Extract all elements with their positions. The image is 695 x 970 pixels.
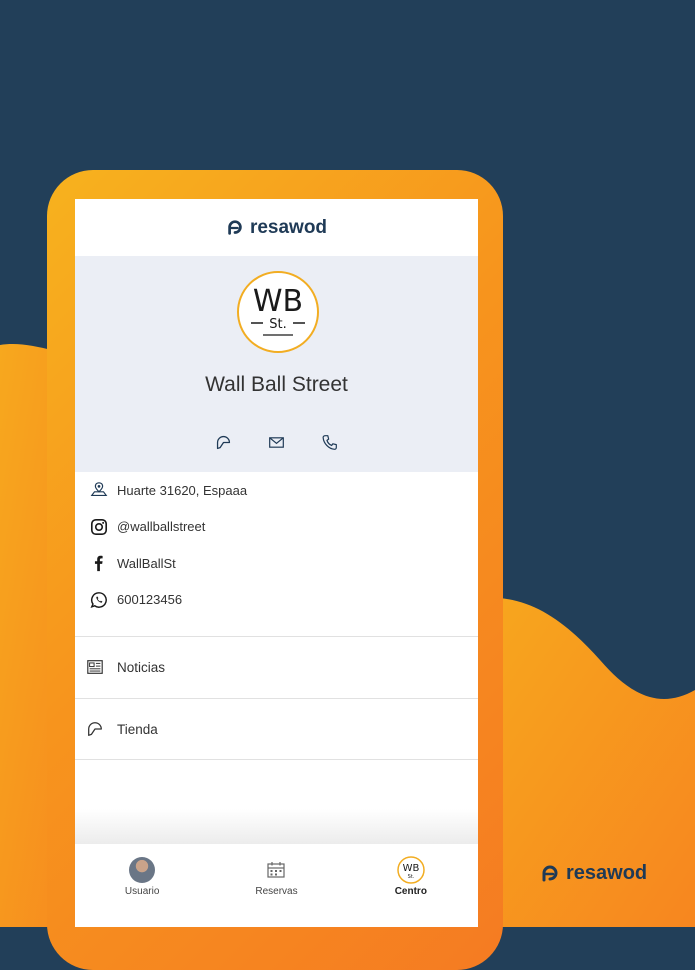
info-whatsapp[interactable]: 600123456 <box>75 582 478 619</box>
scroll-fade <box>75 809 478 844</box>
tab-label-centro: Centro <box>394 886 427 897</box>
contact-actions <box>75 434 478 451</box>
tab-label-usuario: Usuario <box>124 886 160 897</box>
divider <box>75 759 478 760</box>
club-logo-small: WB St. <box>397 856 425 884</box>
svg-text:WB: WB <box>253 284 303 319</box>
facebook-text: WallBallSt <box>117 555 176 571</box>
mail-icon[interactable] <box>268 434 285 451</box>
whatsapp-icon <box>89 590 109 610</box>
corner-brand-name: resawod <box>566 862 648 884</box>
svg-text:WB: WB <box>402 863 419 874</box>
menu-label-tienda: Tienda <box>117 721 158 737</box>
info-instagram[interactable]: @wallballstreet <box>75 509 478 546</box>
phone-icon[interactable] <box>321 434 338 451</box>
tab-label-reservas: Reservas <box>255 886 298 897</box>
shop-icon[interactable] <box>215 434 232 451</box>
club-logo-mark: WB St. <box>251 284 305 336</box>
app-header: resawod <box>75 199 478 256</box>
svg-text:St.: St. <box>407 874 414 880</box>
info-address: Huarte 31620, Espaaa <box>75 472 478 509</box>
facebook-icon <box>89 553 109 573</box>
brand-name: resawod <box>249 216 328 238</box>
tab-centro[interactable]: WB St. Centro <box>344 844 478 927</box>
corner-brand-logo: resawod <box>540 862 647 885</box>
instagram-text: @wallballstreet <box>117 519 206 535</box>
resawod-logo-icon <box>228 219 242 235</box>
club-profile: WB St. Wall Ball Street <box>75 256 478 472</box>
location-icon <box>89 480 109 500</box>
tab-usuario[interactable]: Usuario <box>75 844 209 927</box>
club-info-list: Huarte 31620, Espaaa @wallballstreet Wal… <box>75 472 478 618</box>
avatar <box>129 857 156 883</box>
news-icon <box>85 657 105 677</box>
club-name: Wall Ball Street <box>205 373 348 396</box>
svg-text:St.: St. <box>269 317 286 332</box>
app-screen: resawod WB St. Wall Ball Street Huarte 3… <box>75 199 478 927</box>
address-text: Huarte 31620, Espaaa <box>117 482 248 498</box>
brand-logo: resawod <box>226 217 327 239</box>
calendar-icon <box>262 856 290 884</box>
shop-icon <box>85 719 105 739</box>
info-facebook[interactable]: WallBallSt <box>75 545 478 582</box>
instagram-icon <box>89 517 109 537</box>
whatsapp-text: 600123456 <box>117 592 183 608</box>
resawod-logo-icon <box>542 865 558 881</box>
menu-item-noticias[interactable]: Noticias <box>75 637 478 697</box>
club-logo: WB St. <box>237 271 319 353</box>
menu-label-noticias: Noticias <box>117 659 166 675</box>
bottom-tab-bar: Usuario Reservas WB St. Centro <box>75 844 478 927</box>
menu-item-tienda[interactable]: Tienda <box>75 699 478 759</box>
tab-reservas[interactable]: Reservas <box>209 844 343 927</box>
